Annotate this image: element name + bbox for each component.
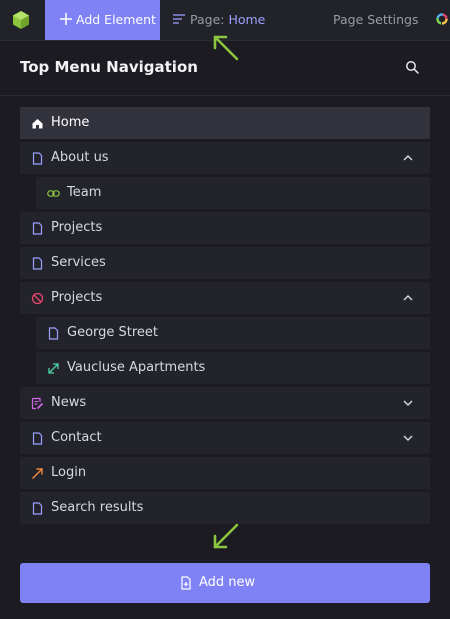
menu-item-label: News	[51, 395, 87, 410]
disabled-icon	[31, 292, 44, 305]
page-icon	[32, 257, 43, 270]
menu-item-label: Team	[67, 185, 102, 200]
page-settings-button[interactable]: Page Settings	[333, 0, 419, 40]
page-name: Home	[228, 12, 266, 27]
menu-item-login[interactable]: Login	[20, 457, 430, 489]
chevron-down-icon[interactable]	[402, 433, 414, 443]
page-icon	[32, 222, 43, 235]
menu-item-contact[interactable]: Contact	[20, 422, 430, 454]
menu-lines-icon	[173, 14, 185, 24]
color-wheel-icon[interactable]	[436, 13, 448, 25]
menu-item-label: Projects	[51, 290, 103, 305]
add-new-label: Add new	[199, 575, 256, 590]
menu-item-about-us[interactable]: About us	[20, 142, 430, 174]
menu-item-george-street[interactable]: George Street	[36, 317, 430, 349]
add-new-button[interactable]: Add new	[20, 563, 430, 603]
chevron-up-icon[interactable]	[402, 293, 414, 303]
panel-header: Top Menu Navigation	[0, 40, 450, 96]
page-prefix: Page:	[190, 12, 229, 27]
menu-item-label: Home	[51, 115, 90, 130]
menu-item-label: Vaucluse Apartments	[67, 360, 206, 375]
add-page-icon	[181, 576, 191, 590]
menu-item-projects[interactable]: Projects	[20, 212, 430, 244]
app-logo-icon[interactable]	[11, 10, 31, 30]
home-icon	[32, 119, 43, 129]
link-icon	[47, 190, 60, 197]
menu-item-team[interactable]: Team	[36, 177, 430, 209]
menu-item-services[interactable]: Services	[20, 247, 430, 279]
menu-item-label: George Street	[67, 325, 159, 340]
page-icon	[32, 152, 43, 165]
menu-item-label: Contact	[51, 430, 102, 445]
menu-item-label: Login	[51, 465, 87, 480]
add-element-label: Add Element	[76, 12, 156, 27]
chevron-up-icon[interactable]	[402, 153, 414, 163]
menu-item-label: Search results	[51, 500, 144, 515]
menu-item-vaucluse-apartments[interactable]: Vaucluse Apartments	[36, 352, 430, 384]
page-icon	[32, 502, 43, 515]
add-element-button[interactable]: Add Element	[45, 0, 160, 40]
menu-item-home[interactable]: Home	[20, 107, 430, 139]
annotation-arrow-icon	[213, 523, 239, 549]
page-icon	[48, 327, 59, 340]
plus-icon	[60, 13, 72, 25]
search-icon[interactable]	[405, 60, 420, 75]
menu-item-projects-disabled[interactable]: Projects	[20, 282, 430, 314]
menu-item-label: Projects	[51, 220, 103, 235]
menu-item-label: Services	[51, 255, 106, 270]
page-icon	[32, 432, 43, 445]
menu-item-news[interactable]: News	[20, 387, 430, 419]
chevron-down-icon[interactable]	[402, 398, 414, 408]
external-link-icon	[48, 363, 59, 374]
menu-item-label: About us	[51, 150, 109, 165]
arrow-up-right-icon	[32, 468, 43, 479]
edit-list-icon	[31, 397, 44, 410]
panel-title: Top Menu Navigation	[20, 58, 198, 76]
menu-item-search-results[interactable]: Search results	[20, 492, 430, 524]
